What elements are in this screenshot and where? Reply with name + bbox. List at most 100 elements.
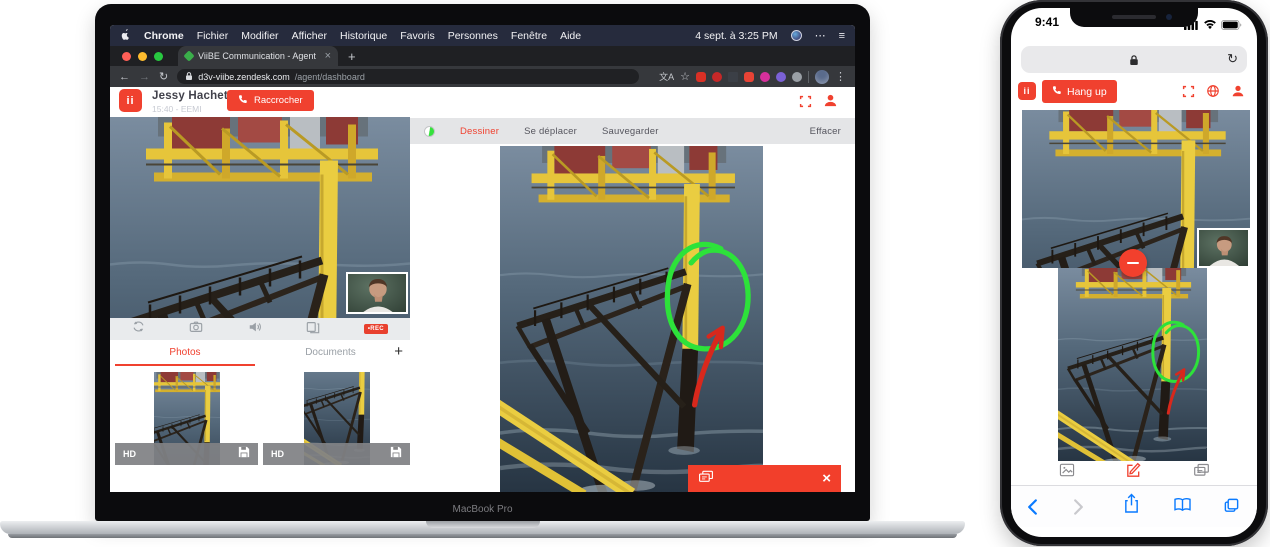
gallery-icon[interactable] (1059, 463, 1075, 482)
annotation-toolbar: Dessiner Se déplacer Sauvegarder Effacer (410, 118, 855, 144)
menu-favoris[interactable]: Favoris (400, 30, 434, 42)
tab-favicon-icon (183, 50, 195, 62)
hangup-button[interactable]: Raccrocher (227, 90, 314, 111)
safari-navbar (1011, 485, 1257, 527)
account-icon[interactable] (823, 93, 838, 113)
tabs-icon[interactable] (1223, 497, 1240, 519)
menu-afficher[interactable]: Afficher (292, 30, 327, 42)
add-media-button[interactable]: + (394, 343, 403, 360)
menu-fenetre[interactable]: Fenêtre (511, 30, 547, 42)
photo-thumbnail-2[interactable]: HD (263, 368, 410, 465)
menu-fichier[interactable]: Fichier (197, 30, 229, 42)
flip-screen-icon[interactable] (306, 320, 320, 339)
back-button[interactable]: ← (119, 71, 130, 83)
thumbnail-bar: HD (115, 443, 258, 465)
menu-modifier[interactable]: Modifier (241, 30, 278, 42)
forward-button[interactable]: → (139, 71, 150, 83)
mobile-app-header: ii Hang up (1011, 78, 1257, 106)
back-icon[interactable] (1027, 498, 1038, 521)
erase-tool[interactable]: Effacer (810, 126, 841, 137)
viibe-agent-app: ii Jessy Hachet 15:40 - EEMI Raccrocher (110, 87, 855, 492)
speaker-icon[interactable] (248, 320, 262, 339)
mobile-reload-button[interactable]: ↻ (1227, 51, 1238, 67)
zoom-window-button[interactable] (154, 51, 163, 61)
camera-extension-icon[interactable] (792, 71, 802, 82)
bookmark-star-icon[interactable]: ☆ (680, 70, 690, 83)
agent-name: Jessy Hachet (152, 90, 228, 102)
device-label: MacBook Pro (452, 504, 513, 515)
adblock-icon[interactable] (712, 71, 722, 82)
record-badge[interactable]: •REC (363, 324, 388, 334)
menu-app-name[interactable]: Chrome (144, 30, 184, 42)
reload-button[interactable]: ↻ (159, 70, 168, 83)
tab-photos[interactable]: Photos (115, 347, 255, 358)
mac-menu-bar: Chrome Fichier Modifier Afficher Histori… (110, 25, 855, 46)
remote-video-feed[interactable] (1022, 110, 1250, 268)
iphone: 9:41 ↻ ii Hang up (1000, 0, 1268, 546)
annotate-icon[interactable] (1125, 462, 1142, 484)
hangup-button[interactable]: Hang up (1042, 80, 1117, 103)
menu-aide[interactable]: Aide (560, 30, 581, 42)
move-tool[interactable]: Se déplacer (524, 126, 577, 137)
account-icon[interactable] (1231, 84, 1245, 103)
snapshot-camera-icon[interactable] (189, 320, 203, 339)
close-icon[interactable]: × (822, 471, 831, 486)
globe-icon[interactable] (1206, 84, 1220, 103)
pink-extension-icon[interactable] (760, 71, 770, 82)
apple-menu-icon[interactable] (120, 28, 131, 44)
hd-badge: HD (123, 449, 136, 459)
hangup-label: Raccrocher (254, 95, 303, 106)
minimize-window-button[interactable] (138, 51, 147, 61)
annotation-canvas[interactable]: × (410, 144, 855, 492)
fullscreen-icon[interactable] (799, 95, 812, 113)
menu-historique[interactable]: Historique (340, 30, 387, 42)
tab-documents[interactable]: Documents (268, 347, 393, 358)
siri-icon[interactable] (790, 30, 802, 41)
menu-clock[interactable]: 4 sept. à 3:25 PM (695, 30, 777, 42)
url-domain: d3v-viibe.zendesk.com (198, 71, 290, 82)
purple-extension-icon[interactable] (776, 71, 786, 82)
video-extension-icon[interactable] (744, 71, 754, 82)
photo-thumbnail-1[interactable]: HD (115, 368, 258, 465)
url-path: /agent/dashboard (294, 71, 365, 82)
screen-share-icon (698, 470, 714, 488)
annotated-photo[interactable] (500, 146, 763, 492)
mobile-address-bar[interactable]: ↻ (1021, 46, 1247, 73)
new-tab-button[interactable]: + (348, 49, 356, 64)
control-center-icon[interactable]: ⋯ (815, 29, 826, 42)
browser-tab[interactable]: ViiBE Communication - Agent × (178, 46, 338, 66)
lock-icon (1129, 53, 1139, 71)
share-icon[interactable] (1123, 493, 1140, 519)
save-icon[interactable] (390, 445, 402, 463)
draw-tool[interactable]: Dessiner (460, 126, 499, 137)
extension-h-icon[interactable] (696, 71, 706, 82)
annotated-photo[interactable] (1058, 268, 1207, 461)
macbook-base-notch (425, 521, 540, 528)
hd-badge: HD (271, 449, 284, 459)
save-tool[interactable]: Sauvegarder (602, 126, 659, 137)
notification-center-icon[interactable]: ≡ (839, 30, 845, 42)
translate-icon[interactable]: 文A (659, 70, 674, 83)
menu-personnes[interactable]: Personnes (448, 30, 498, 42)
browser-menu-icon[interactable]: ⋮ (835, 70, 846, 83)
macbook-base (0, 521, 965, 534)
close-window-button[interactable] (122, 51, 131, 61)
extension-v-icon[interactable] (728, 71, 738, 82)
thumbnail-bar: HD (263, 443, 410, 465)
phone-icon (1052, 85, 1062, 98)
self-view-thumbnail[interactable] (1197, 228, 1250, 268)
collapse-button[interactable] (1119, 249, 1147, 277)
profile-avatar[interactable] (815, 69, 829, 84)
fullscreen-icon[interactable] (1182, 85, 1195, 103)
bookmarks-icon[interactable] (1173, 497, 1192, 517)
screen-share-icon[interactable] (1193, 463, 1210, 482)
color-picker-icon[interactable] (424, 125, 435, 137)
forward-icon[interactable] (1073, 498, 1084, 521)
switch-camera-icon[interactable] (132, 320, 145, 338)
tab-close-icon[interactable]: × (325, 50, 331, 62)
self-view-thumbnail[interactable] (346, 272, 408, 314)
address-bar[interactable]: d3v-viibe.zendesk.com/agent/dashboard (177, 69, 640, 84)
remote-video-feed[interactable] (110, 117, 410, 318)
save-icon[interactable] (238, 445, 250, 463)
status-time: 9:41 (1035, 15, 1060, 29)
